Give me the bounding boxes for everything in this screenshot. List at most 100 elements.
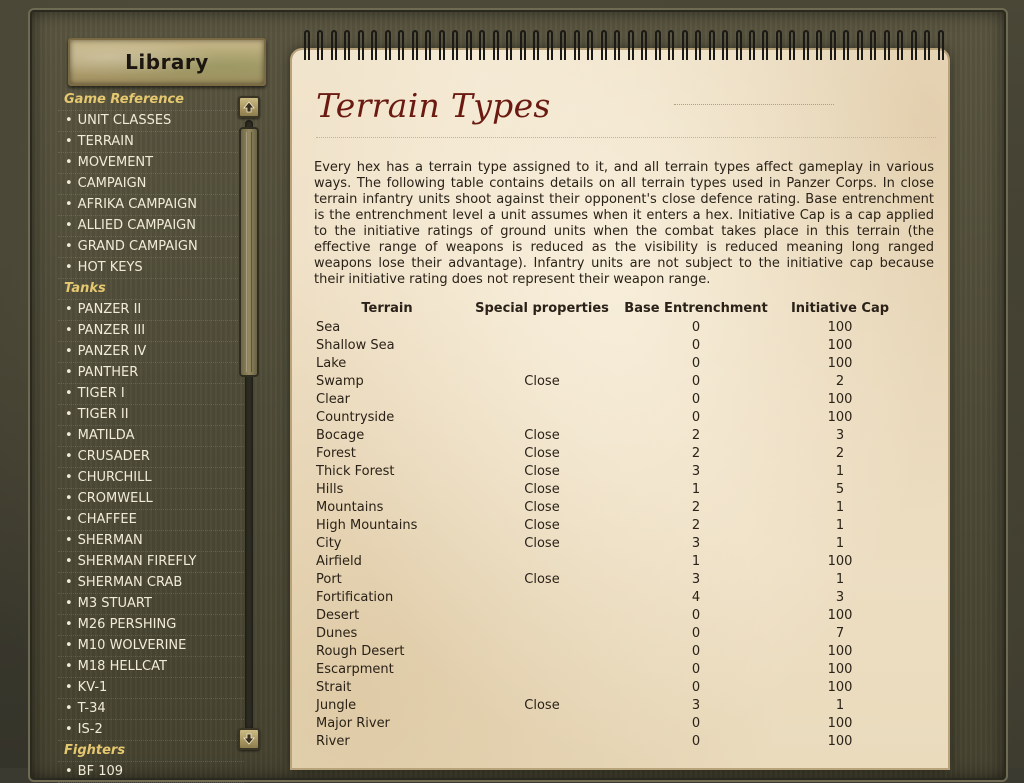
nav-item[interactable]: PANZER III (58, 321, 244, 342)
cell-terrain: Mountains (316, 499, 384, 515)
nav-item[interactable]: MATILDA (58, 426, 244, 447)
cell-terrain: Shallow Sea (316, 337, 395, 353)
table-row: River 0 100 (312, 732, 910, 750)
nav-section-heading: Game Reference (58, 90, 244, 111)
nav-item[interactable]: M26 PERSHING (58, 615, 244, 636)
nav-item[interactable]: IS-2 (58, 720, 244, 741)
spiral-ring (627, 30, 634, 60)
nav-item[interactable]: TERRAIN (58, 132, 244, 153)
cell-terrain: City (316, 535, 342, 551)
nav-item[interactable]: CROMWELL (58, 489, 244, 510)
cell-terrain: Clear (316, 391, 350, 407)
cell-base-entrenchment: 0 (691, 409, 701, 425)
nav-item[interactable]: T-34 (58, 699, 244, 720)
nav-item[interactable]: SHERMAN (58, 531, 244, 552)
page-title: Terrain Types (316, 86, 551, 125)
table-row: Desert 0 100 (312, 606, 910, 624)
table-row: Mountains Close 2 1 (312, 498, 910, 516)
nav-item[interactable]: M10 WOLVERINE (58, 636, 244, 657)
nav-item[interactable]: CAMPAIGN (58, 174, 244, 195)
spiral-ring (695, 30, 702, 60)
cell-initiative-cap: 7 (835, 625, 845, 641)
cell-special-properties (462, 606, 622, 624)
cell-special-properties: Close (524, 499, 560, 515)
spiral-ring (910, 30, 917, 60)
spiral-ring (317, 30, 324, 60)
cell-initiative-cap: 1 (835, 571, 845, 587)
nav-item[interactable]: TIGER I (58, 384, 244, 405)
spiral-ring (708, 30, 715, 60)
header-special-properties: Special properties (475, 300, 609, 316)
cell-initiative-cap: 1 (835, 535, 845, 551)
cell-terrain: Bocage (316, 427, 365, 443)
spiral-ring (357, 30, 364, 60)
spiral-ring (519, 30, 526, 60)
cell-initiative-cap: 100 (827, 409, 853, 425)
cell-base-entrenchment: 3 (691, 463, 701, 479)
spiral-ring (452, 30, 459, 60)
title-rule (316, 137, 936, 138)
header-base-entrenchment: Base Entrenchment (624, 300, 768, 316)
cell-base-entrenchment: 4 (691, 589, 701, 605)
nav-item[interactable]: PANTHER (58, 363, 244, 384)
nav-section-heading: Tanks (58, 279, 244, 300)
cell-special-properties (462, 588, 622, 606)
nav-item[interactable]: M3 STUART (58, 594, 244, 615)
library-header: Library (68, 38, 266, 86)
nav-item[interactable]: SHERMAN FIREFLY (58, 552, 244, 573)
cell-initiative-cap: 100 (827, 319, 853, 335)
cell-base-entrenchment: 0 (691, 391, 701, 407)
cell-special-properties (462, 642, 622, 660)
cell-special-properties: Close (524, 571, 560, 587)
cell-special-properties (462, 714, 622, 732)
nav-item[interactable]: UNIT CLASSES (58, 111, 244, 132)
cell-special-properties (462, 408, 622, 426)
cell-base-entrenchment: 0 (691, 337, 701, 353)
cell-base-entrenchment: 2 (691, 499, 701, 515)
table-row: Thick Forest Close 3 1 (312, 462, 910, 480)
spiral-ring (722, 30, 729, 60)
nav-item[interactable]: TIGER II (58, 405, 244, 426)
spiral-ring (883, 30, 890, 60)
nav-item[interactable]: M18 HELLCAT (58, 657, 244, 678)
nav-item[interactable]: ALLIED CAMPAIGN (58, 216, 244, 237)
nav-item[interactable]: PANZER IV (58, 342, 244, 363)
cell-special-properties (462, 660, 622, 678)
table-row: Fortification 4 3 (312, 588, 910, 606)
cell-terrain: River (316, 733, 350, 749)
nav-item[interactable]: CHURCHILL (58, 468, 244, 489)
cell-initiative-cap: 3 (835, 427, 845, 443)
spiral-ring (937, 30, 944, 60)
library-nav-list: Game ReferenceUNIT CLASSESTERRAINMOVEMEN… (58, 90, 244, 783)
spiral-ring (546, 30, 553, 60)
table-row: Major River 0 100 (312, 714, 910, 732)
cell-base-entrenchment: 0 (691, 715, 701, 731)
cell-terrain: Lake (316, 355, 347, 371)
scrollbar-thumb[interactable] (239, 127, 259, 377)
scroll-down-button[interactable] (238, 728, 260, 750)
nav-item[interactable]: SHERMAN CRAB (58, 573, 244, 594)
nav-item[interactable]: GRAND CAMPAIGN (58, 237, 244, 258)
nav-item[interactable]: KV-1 (58, 678, 244, 699)
scroll-up-button[interactable] (238, 96, 260, 118)
nav-item[interactable]: AFRIKA CAMPAIGN (58, 195, 244, 216)
nav-item[interactable]: CRUSADER (58, 447, 244, 468)
nav-item[interactable]: MOVEMENT (58, 153, 244, 174)
spiral-ring (843, 30, 850, 60)
spiral-ring (897, 30, 904, 60)
nav-item[interactable]: BF 109 (58, 762, 244, 783)
cell-special-properties: Close (524, 517, 560, 533)
nav-item[interactable]: CHAFFEE (58, 510, 244, 531)
spiral-ring (775, 30, 782, 60)
cell-terrain: Hills (316, 481, 344, 497)
cell-terrain: Strait (316, 679, 352, 695)
cell-initiative-cap: 100 (827, 607, 853, 623)
nav-item[interactable]: HOT KEYS (58, 258, 244, 279)
cell-terrain: Dunes (316, 625, 358, 641)
arrow-down-icon (243, 733, 255, 745)
cell-terrain: Countryside (316, 409, 395, 425)
table-row: Dunes 0 7 (312, 624, 910, 642)
table-row: Hills Close 1 5 (312, 480, 910, 498)
header-initiative-cap: Initiative Cap (790, 300, 890, 316)
nav-item[interactable]: PANZER II (58, 300, 244, 321)
